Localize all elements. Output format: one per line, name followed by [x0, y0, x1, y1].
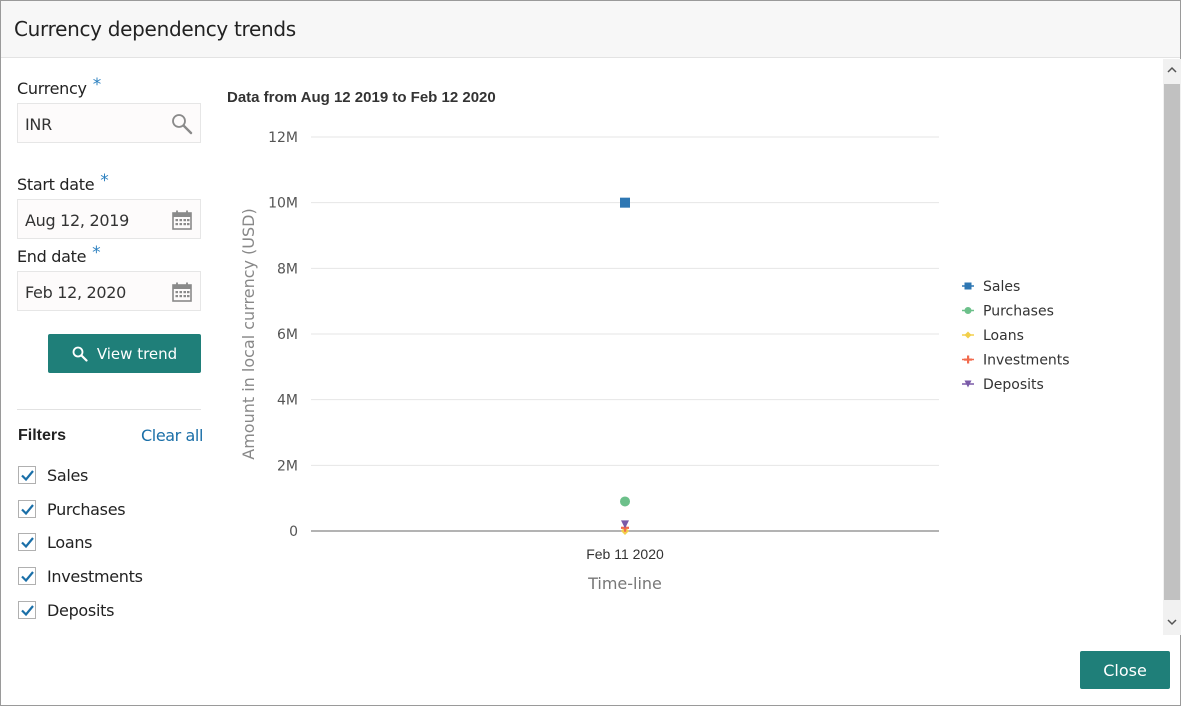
legend-marker-investments — [964, 355, 972, 364]
calendar-icon[interactable] — [171, 281, 193, 303]
y-tick-label: 2M — [277, 458, 298, 474]
filter-checkbox[interactable] — [18, 601, 36, 619]
divider — [17, 409, 201, 410]
x-axis-label: Time-line — [587, 574, 662, 593]
checkmark-icon — [21, 605, 34, 617]
required-marker: * — [100, 171, 109, 191]
dialog-title: Currency dependency trends — [14, 17, 296, 41]
trend-chart: Data from Aug 12 2019 to Feb 12 2020 0 2M 4… — [216, 59, 1161, 629]
calendar-icon[interactable] — [171, 209, 193, 231]
filter-checkbox[interactable] — [18, 567, 36, 585]
checkmark-icon — [21, 470, 34, 482]
close-button[interactable]: Close — [1080, 651, 1170, 689]
y-tick-label: 6M — [277, 327, 298, 343]
legend-label: Investments — [983, 353, 1070, 369]
currency-trends-dialog: Currency dependency trends Currency * INR… — [0, 0, 1181, 706]
filter-label: Purchases — [47, 499, 126, 519]
scroll-up-arrow-icon[interactable] — [1167, 65, 1177, 75]
currency-value: INR — [25, 115, 52, 134]
legend-label: Purchases — [983, 304, 1054, 320]
y-axis-label: Amount in local currency (USD) — [239, 208, 258, 459]
currency-label: Currency * — [17, 75, 101, 99]
filter-item[interactable]: Sales — [18, 464, 88, 486]
view-trend-label: View trend — [96, 344, 178, 363]
filter-label: Loans — [47, 532, 93, 552]
checkmark-icon — [21, 504, 34, 516]
end-date-value: Feb 12, 2020 — [25, 283, 127, 302]
y-tick-label: 0 — [289, 524, 298, 540]
legend-marker-loans — [964, 331, 972, 339]
vertical-scrollbar[interactable] — [1163, 59, 1181, 635]
dialog-header: Currency dependency trends — [1, 1, 1180, 58]
checkmark-icon — [21, 571, 34, 583]
search-icon[interactable] — [171, 113, 193, 135]
currency-input[interactable]: INR — [17, 103, 201, 143]
currency-label-text: Currency — [17, 79, 87, 98]
y-tick-label: 12M — [268, 130, 298, 146]
legend-label: Deposits — [983, 377, 1044, 393]
checkmark-icon — [21, 537, 34, 549]
y-tick-label: 10M — [268, 196, 298, 212]
required-marker: * — [92, 75, 102, 95]
legend-marker-sales — [964, 282, 972, 290]
filters-title: Filters — [18, 427, 67, 444]
start-date-label: Start date * — [17, 171, 109, 195]
legend-marker-investments-bar — [967, 355, 970, 364]
legend-label: Sales — [983, 279, 1020, 295]
clear-all-link[interactable]: Clear all — [141, 426, 203, 445]
filter-item[interactable]: Purchases — [18, 498, 126, 520]
filter-label: Sales — [47, 465, 89, 485]
y-tick-label: 8M — [277, 261, 298, 277]
end-date-label: End date * — [17, 243, 101, 267]
start-date-input[interactable]: Aug 12, 2019 — [17, 199, 201, 239]
end-date-label-text: End date — [17, 247, 87, 266]
chart-svg: Data from Aug 12 2019 to Feb 12 2020 0 2M 4… — [227, 89, 1070, 593]
scroll-thumb[interactable] — [1164, 84, 1180, 600]
filter-item[interactable]: Loans — [18, 531, 93, 553]
start-date-label-text: Start date — [17, 175, 95, 194]
data-point-purchases — [620, 496, 630, 507]
start-date-value: Aug 12, 2019 — [25, 211, 129, 230]
filter-checkbox[interactable] — [18, 533, 36, 551]
filter-item[interactable]: Investments — [18, 565, 143, 587]
chart-title: Data from Aug 12 2019 to Feb 12 2020 — [227, 89, 496, 106]
y-tick-label: 4M — [277, 393, 298, 409]
filter-item[interactable]: Deposits — [18, 599, 114, 621]
required-marker: * — [92, 243, 101, 263]
view-trend-button[interactable]: View trend — [48, 334, 201, 373]
filter-label: Investments — [47, 566, 143, 586]
search-icon — [72, 346, 88, 362]
scroll-down-arrow-icon[interactable] — [1167, 617, 1177, 627]
filter-label: Deposits — [47, 600, 115, 620]
legend-label: Loans — [983, 328, 1024, 344]
filter-checkbox[interactable] — [18, 466, 36, 484]
end-date-input[interactable]: Feb 12, 2020 — [17, 271, 201, 311]
x-tick-label: Feb 11 2020 — [586, 546, 664, 562]
filter-checkbox[interactable] — [18, 500, 36, 518]
data-point-sales — [620, 197, 630, 208]
legend-marker-purchases — [964, 307, 972, 314]
